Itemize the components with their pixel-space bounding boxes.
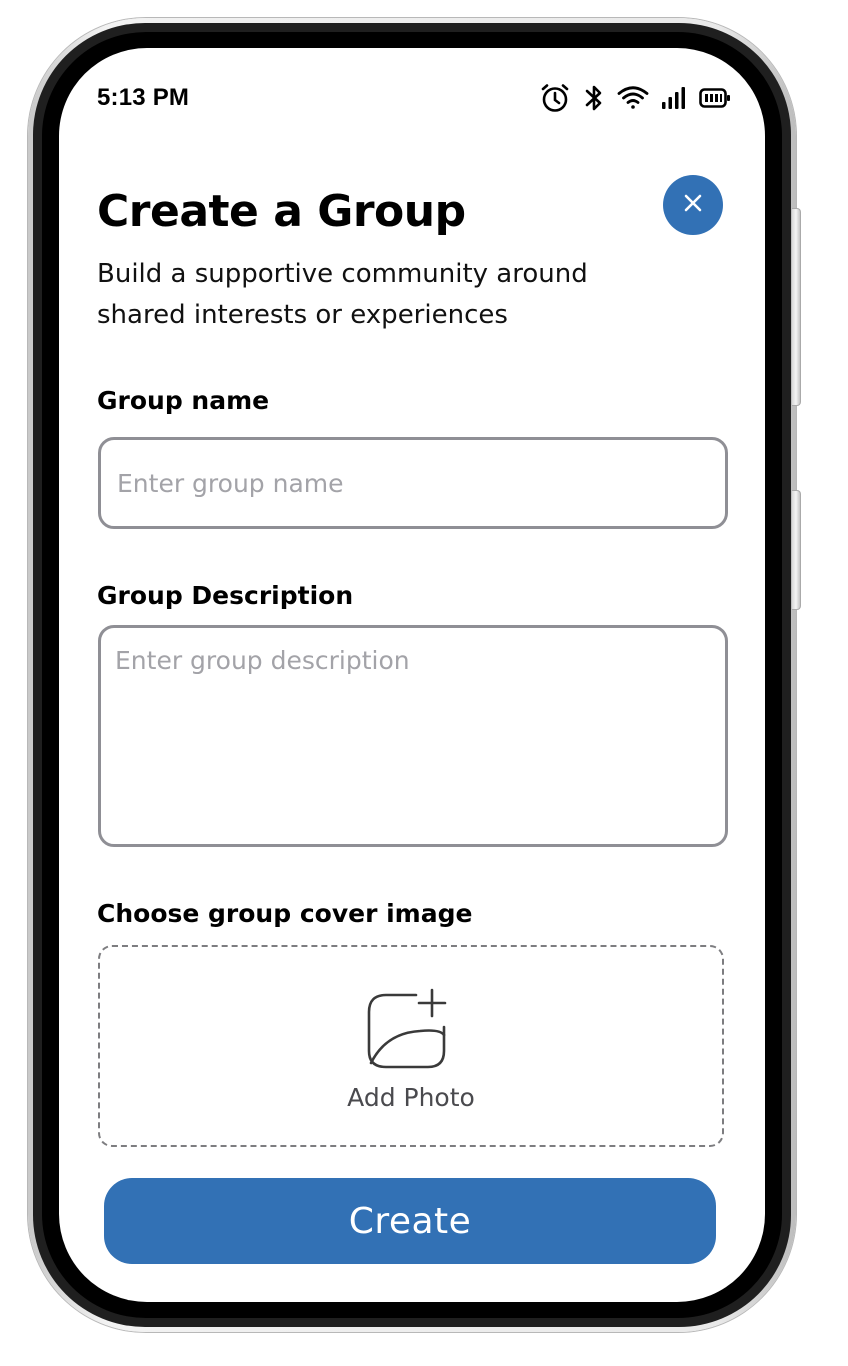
create-button[interactable]: Create xyxy=(104,1178,716,1264)
phone-side-button xyxy=(792,208,801,406)
group-name-label: Group name xyxy=(97,386,270,415)
battery-icon xyxy=(699,87,731,109)
page-subtitle: Build a supportive community around shar… xyxy=(97,259,588,330)
close-icon xyxy=(683,193,703,217)
add-photo-dropzone[interactable]: Add Photo xyxy=(98,945,724,1147)
phone-side-button xyxy=(792,490,801,610)
page-title: Create a Group xyxy=(97,186,466,237)
signal-icon xyxy=(661,85,687,111)
group-name-input[interactable] xyxy=(98,437,728,529)
phone-screen: 5:13 PM Create a Group Build a supportiv… xyxy=(59,48,765,1302)
status-icons xyxy=(539,82,731,114)
alarm-icon xyxy=(539,82,571,114)
close-button[interactable] xyxy=(663,175,723,235)
group-description-label: Group Description xyxy=(97,581,354,610)
group-description-input[interactable] xyxy=(98,625,728,847)
status-time: 5:13 PM xyxy=(97,84,190,111)
bluetooth-icon xyxy=(583,83,605,113)
add-photo-label: Add Photo xyxy=(347,1083,475,1112)
wifi-icon xyxy=(617,85,649,111)
add-photo-icon xyxy=(366,987,452,1075)
cover-image-label: Choose group cover image xyxy=(97,899,473,928)
